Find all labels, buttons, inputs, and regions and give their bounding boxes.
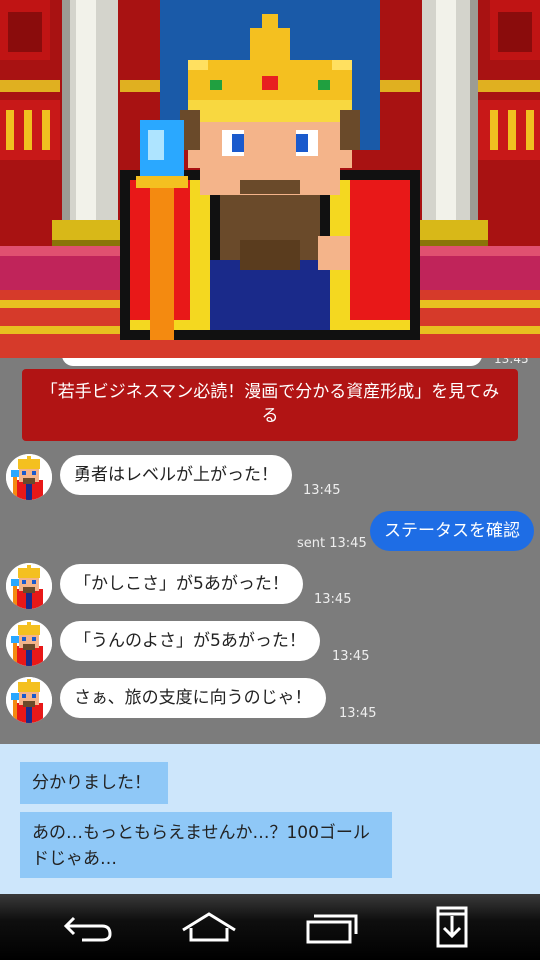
reply-choice-text: 分かりました！ [32,773,151,793]
message-text: さぁ、旅の支度に向うのじゃ！ [74,688,312,708]
outgoing-message-bubble: ステータスを確認 [370,511,534,551]
system-navigation-bar [0,894,540,960]
king-avatar [6,454,52,500]
link-card-button[interactable]: 「若手ビジネスマン必読！漫画で分かる資産形成」を見てみる [22,369,518,441]
reply-choices-panel: 分かりました！ あの…もっともらえませんか…？100ゴールドじゃあ… [0,744,540,894]
message-text: 「かしこさ」が5あがった！ [74,574,289,594]
chat-area: 13:45 「若手ビジネスマン必読！漫画で分かる資産形成」を見てみる 勇者はレベ… [0,358,540,744]
recent-apps-button[interactable] [298,904,362,950]
incoming-message-bubble: 勇者はレベルが上がった！ [60,455,292,495]
message-text: 「うんのよさ」が5あがった！ [74,631,306,651]
incoming-message-bubble: さぁ、旅の支度に向うのじゃ！ [60,678,326,718]
king-avatar [6,620,52,666]
message-time: 13:45 [314,592,352,607]
message-time: 13:45 [332,649,370,664]
king-avatar [6,677,52,723]
recent-apps-icon [306,914,358,944]
home-button[interactable] [177,904,241,950]
partial-message-bubble [62,358,482,366]
reply-choice-button[interactable]: 分かりました！ [20,762,168,804]
message-time: 13:45 [303,483,341,498]
partial-message-time: 13:45 [494,358,529,366]
message-text: ステータスを確認 [384,521,520,541]
king-avatar [6,563,52,609]
link-card-text: 「若手ビジネスマン必読！漫画で分かる資産形成」を見てみる [40,382,500,426]
download-button[interactable] [420,904,484,950]
back-icon [63,916,112,942]
sent-time: 13:45 [329,536,367,551]
king-header-illustration [0,0,540,358]
incoming-message-bubble: 「かしこさ」が5あがった！ [60,564,303,604]
message-time: 13:45 [339,706,377,721]
download-icon [436,906,468,948]
home-icon [182,912,236,942]
sent-status: sent 13:45 [297,536,367,551]
reply-choice-button[interactable]: あの…もっともらえませんか…？100ゴールドじゃあ… [20,812,392,878]
sent-status-label: sent [297,536,326,551]
back-button[interactable] [56,904,120,950]
message-text: 勇者はレベルが上がった！ [74,465,278,485]
incoming-message-bubble: 「うんのよさ」が5あがった！ [60,621,320,661]
reply-choice-text: あの…もっともらえませんか…？100ゴールドじゃあ… [32,823,370,869]
